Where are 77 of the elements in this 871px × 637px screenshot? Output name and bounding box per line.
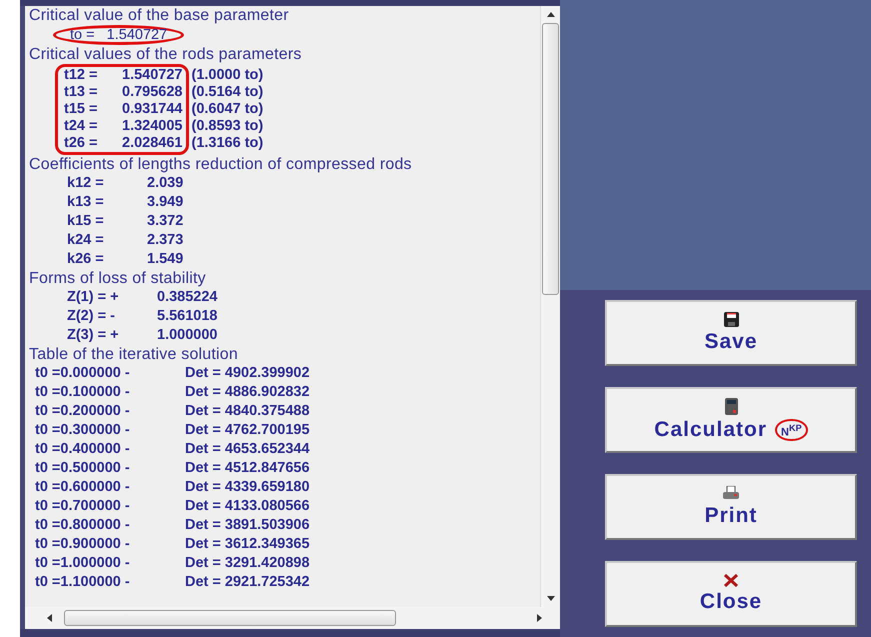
scroll-left-icon[interactable] [47,614,52,622]
coefficient-name: k13 = [67,193,105,212]
coefficient-value: 1.549 [147,251,184,267]
iteration-t0: t0 =0.000000 - [35,364,131,383]
ratio-value: (1.3166 to) [190,135,264,152]
iteration-det: Det = 2921.725342 [185,574,310,590]
iteration-det: Det = 4512.847656 [185,460,310,476]
section-heading: Critical values of the rods parameters [29,45,303,64]
coefficient-value: 3.372 [147,213,184,229]
section-heading: Forms of loss of stability [29,269,207,288]
iteration-t0: t0 =0.600000 - [35,478,131,497]
form-value: 5.561018 [157,308,218,324]
iteration-t0: t0 =0.700000 - [35,497,131,516]
iteration-det: Det = 4886.902832 [185,384,310,400]
print-button[interactable]: Print [605,474,857,540]
iteration-det: Det = 4653.652344 [185,441,310,457]
form-name: Z(1) = + [67,288,120,307]
iteration-det: Det = 4339.659180 [185,479,310,495]
iteration-t0: t0 =0.300000 - [35,421,131,440]
iteration-det: Det = 3891.503906 [185,517,310,533]
parameter-value: 2.028461 [122,135,182,152]
iteration-det: Det = 4762.700195 [185,422,310,438]
close-button[interactable]: Close [605,561,857,627]
scroll-thumb[interactable] [542,23,559,295]
iteration-t0: t0 =0.200000 - [35,402,131,421]
scroll-thumb[interactable] [64,610,396,626]
calculator-icon [724,398,738,415]
iteration-det: Det = 4133.080566 [185,498,310,514]
ratio-value: (0.8593 to) [190,118,264,135]
form-value: 0.385224 [157,289,218,305]
iteration-t0: t0 =0.900000 - [35,535,131,554]
parameter-name: t13 = [64,84,98,101]
calculator-button[interactable]: Calculator N$^{KP}$ [605,387,857,453]
iteration-t0: t0 =0.800000 - [35,516,131,535]
iteration-det: Det = 4902.399902 [185,365,310,381]
form-name: Z(3) = + [67,326,120,345]
printer-icon [722,486,740,501]
coefficient-name: k15 = [67,212,105,231]
iteration-t0: t0 =0.500000 - [35,459,131,478]
coefficient-name: k24 = [67,231,105,250]
parameter-name: t12 = [64,67,98,84]
parameter-name: t26 = [64,135,98,152]
coefficient-name: k26 = [67,250,105,269]
badge: N$^{KP}$ [775,418,808,442]
iteration-det: Det = 4840.375488 [185,403,310,419]
iteration-t0: t0 =1.100000 - [35,573,131,592]
section-heading: Critical value of the base parameter [29,6,290,25]
iteration-det: Det = 3612.349365 [185,536,310,552]
scroll-right-icon[interactable] [537,614,542,622]
horizontal-scrollbar[interactable] [25,607,560,629]
iteration-t0: t0 =0.100000 - [35,383,131,402]
ratio-value: (1.0000 to) [190,67,264,84]
section-heading: Coefficients of lengths reduction of compressed rods [29,155,413,174]
coefficient-name: k12 = [67,174,105,193]
parameter-value: 1.540727 [122,67,182,84]
coefficient-value: 2.039 [147,175,184,191]
save-button[interactable]: Save [605,300,857,366]
ratio-value: (0.5164 to) [190,84,264,101]
parameter-name: t15 = [64,101,98,118]
coefficient-value: 2.373 [147,232,184,248]
circled-value: to = 1.540727 [53,25,184,45]
parameter-value: 0.795628 [122,84,182,101]
form-name: Z(2) = - [67,307,116,326]
scroll-up-icon[interactable] [546,12,554,17]
iteration-det: Det = 3291.420898 [185,555,310,571]
coefficient-value: 3.949 [147,194,184,210]
form-value: 1.000000 [157,327,218,343]
close-icon [723,574,739,587]
iteration-t0: t0 =0.400000 - [35,440,131,459]
scroll-down-icon[interactable] [546,596,554,601]
parameter-value: 0.931744 [122,101,182,118]
parameter-value: 1.324005 [122,118,182,135]
parameter-name: t24 = [64,118,98,135]
section-heading: Table of the iterative solution [29,345,239,364]
iteration-t0: t0 =1.000000 - [35,554,131,573]
ratio-value: (0.6047 to) [190,101,264,118]
vertical-scrollbar[interactable] [540,6,560,607]
